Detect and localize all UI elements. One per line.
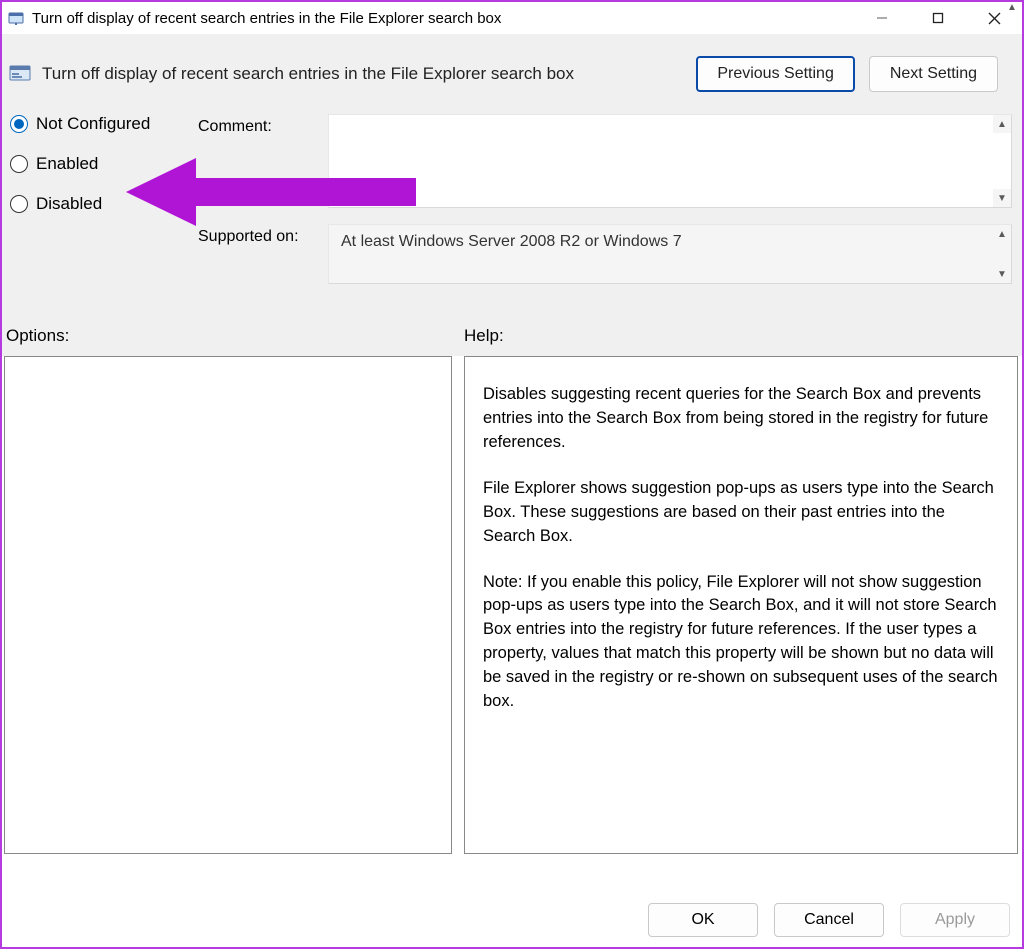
- window-controls: [854, 2, 1022, 34]
- next-setting-button[interactable]: Next Setting: [869, 56, 998, 92]
- scroll-up-icon[interactable]: ▲: [993, 115, 1011, 133]
- help-paragraph: File Explorer shows suggestion pop-ups a…: [483, 477, 999, 549]
- section-labels: Options: Help:: [2, 310, 1022, 356]
- radio-not-configured[interactable]: Not Configured: [10, 114, 150, 134]
- cancel-button[interactable]: Cancel: [774, 903, 884, 937]
- radio-icon: [10, 155, 28, 173]
- minimize-button[interactable]: [854, 2, 910, 34]
- policy-title: Turn off display of recent search entrie…: [42, 64, 696, 84]
- radio-label: Not Configured: [36, 114, 150, 134]
- window-title: Turn off display of recent search entrie…: [32, 10, 501, 27]
- scroll-up-icon[interactable]: ▲: [993, 225, 1011, 243]
- policy-dialog-window: Turn off display of recent search entrie…: [0, 0, 1024, 949]
- scroll-down-icon[interactable]: ▼: [993, 189, 1011, 207]
- policy-app-icon: [8, 10, 24, 26]
- apply-button[interactable]: Apply: [900, 903, 1010, 937]
- radio-icon: [10, 195, 28, 213]
- help-paragraph: Disables suggesting recent queries for t…: [483, 383, 999, 455]
- supported-on-value: At least Windows Server 2008 R2 or Windo…: [341, 233, 682, 250]
- configuration-area: Not Configured Enabled Disabled Comment:…: [2, 114, 1022, 310]
- radio-label: Enabled: [36, 154, 98, 174]
- panels-row: Disables suggesting recent queries for t…: [2, 356, 1022, 854]
- supported-on-textbox: At least Windows Server 2008 R2 or Windo…: [328, 224, 1012, 284]
- scroll-up-icon[interactable]: ▲: [1004, 2, 1020, 20]
- supported-on-label: Supported on:: [198, 224, 328, 246]
- radio-label: Disabled: [36, 194, 102, 214]
- help-section-label: Help:: [464, 326, 504, 346]
- previous-setting-button[interactable]: Previous Setting: [696, 56, 855, 92]
- policy-large-icon: [8, 62, 32, 86]
- options-section-label: Options:: [6, 326, 464, 346]
- scroll-down-icon[interactable]: ▼: [993, 265, 1011, 283]
- radio-disabled[interactable]: Disabled: [10, 194, 150, 214]
- options-panel: [4, 356, 452, 854]
- radio-enabled[interactable]: Enabled: [10, 154, 150, 174]
- titlebar: Turn off display of recent search entrie…: [2, 2, 1022, 34]
- help-paragraph: Note: If you enable this policy, File Ex…: [483, 571, 999, 715]
- dialog-button-bar: OK Cancel Apply: [642, 897, 1016, 943]
- state-radio-group: Not Configured Enabled Disabled: [10, 114, 150, 234]
- comment-label: Comment:: [198, 114, 328, 136]
- ok-button[interactable]: OK: [648, 903, 758, 937]
- radio-icon: [10, 115, 28, 133]
- help-panel: Disables suggesting recent queries for t…: [464, 356, 1018, 854]
- maximize-button[interactable]: [910, 2, 966, 34]
- comment-textarea[interactable]: ▲ ▼: [328, 114, 1012, 208]
- header-strip: Turn off display of recent search entrie…: [2, 34, 1022, 114]
